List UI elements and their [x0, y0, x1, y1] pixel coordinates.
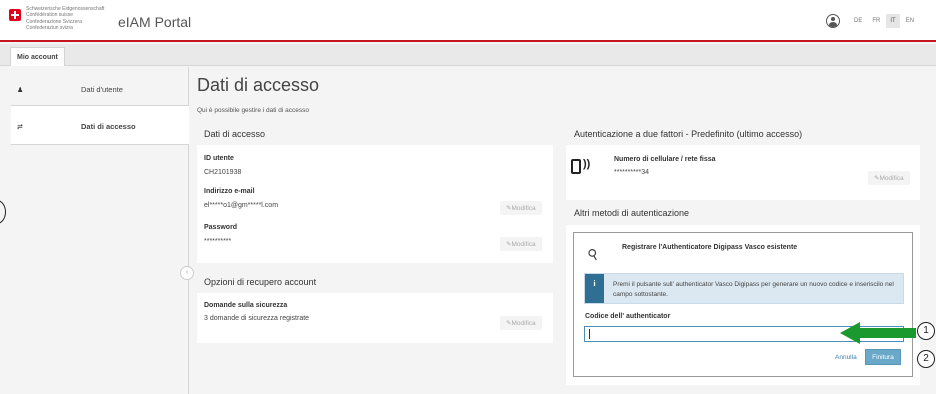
language-switcher: DE FR IT EN [850, 14, 918, 28]
user-account-icon[interactable] [826, 14, 840, 28]
key-icon: ≓ [17, 124, 23, 131]
phone-label: Numero di cellulare / rete fissa [614, 156, 716, 163]
info-text: Premi il pulsante sull' authenticator Va… [613, 281, 894, 298]
edit-password-button[interactable]: ✎Modifica [500, 237, 542, 251]
info-icon: i [585, 274, 604, 303]
sidebar-item-access-data[interactable]: ≓ Dati di accesso [11, 105, 189, 145]
other-methods-heading: Altri metodi di autenticazione [574, 208, 690, 218]
security-questions-value: 3 domande di sicurezza registrate [204, 315, 310, 322]
lang-de[interactable]: DE [850, 14, 866, 28]
mobile-phone-icon [571, 159, 581, 174]
sidebar-item-label: Dati d'utente [81, 85, 123, 94]
tab-mio-account[interactable]: Mio account [10, 47, 65, 66]
green-arrow-annotation-icon [840, 322, 916, 344]
user-id-value: CH2101938 [204, 169, 242, 176]
annotation-number-2: 2 [917, 350, 935, 368]
signal-waves-icon: )) [583, 158, 591, 170]
access-data-heading: Dati di accesso [204, 129, 266, 139]
sidebar-collapse-chevron-icon[interactable]: ‹ [180, 266, 194, 280]
email-value: el*****o1@gm*****l.com [204, 202, 279, 209]
digipass-register-box [573, 232, 913, 377]
annotation-circle-partial [0, 200, 6, 224]
digipass-register-title: Registrare l'Authenticatore Digipass Vas… [622, 244, 798, 251]
lang-en[interactable]: EN [902, 14, 918, 28]
swiss-flag-icon [9, 9, 21, 21]
info-alert: i Premi il pulsante sull' authenticator … [584, 273, 904, 304]
user-id-label: ID utente [204, 155, 234, 162]
two-factor-heading: Autenticazione a due fattori - Predefini… [574, 129, 803, 139]
app-header: Schweizerische Eidgenossenschaft Confédé… [0, 0, 936, 42]
email-label: Indirizzo e-mail [204, 188, 255, 195]
sidebar-item-label: Dati di accesso [81, 122, 136, 131]
lang-it[interactable]: IT [886, 14, 900, 28]
edit-phone-button[interactable]: ✎Modifica [868, 171, 910, 185]
cancel-link[interactable]: Annulla [835, 354, 857, 361]
portal-title: eIAM Portal [118, 14, 192, 30]
security-questions-label: Domande sulla sicurezza [204, 302, 288, 309]
annotation-number-1: 1 [917, 322, 935, 340]
text-caret [589, 329, 590, 339]
sidebar-item-user-data[interactable]: ♟ Dati d'utente [11, 69, 189, 109]
password-label: Password [204, 224, 238, 231]
edit-email-button[interactable]: ✎Modifica [500, 201, 542, 215]
page-subtitle: Qui è possibile gestire i dati di access… [197, 107, 310, 114]
recovery-heading: Opzioni di recupero account [204, 277, 317, 287]
lang-fr[interactable]: FR [868, 14, 884, 28]
user-icon: ♟ [17, 87, 24, 94]
confederation-logo-text: Schweizerische Eidgenossenschaft Confédé… [26, 6, 105, 32]
page-title: Dati di accesso [197, 75, 320, 95]
phone-value: **********34 [614, 169, 650, 176]
sidebar: ♟ Dati d'utente ≓ Dati di accesso [11, 67, 189, 394]
finish-button[interactable]: Finitura [865, 349, 901, 365]
tab-bar: Mio account [0, 44, 936, 66]
edit-security-questions-button[interactable]: ✎Modifica [500, 316, 542, 330]
authenticator-code-label: Codice dell' authenticator [585, 313, 671, 320]
password-value: ********** [204, 238, 232, 245]
